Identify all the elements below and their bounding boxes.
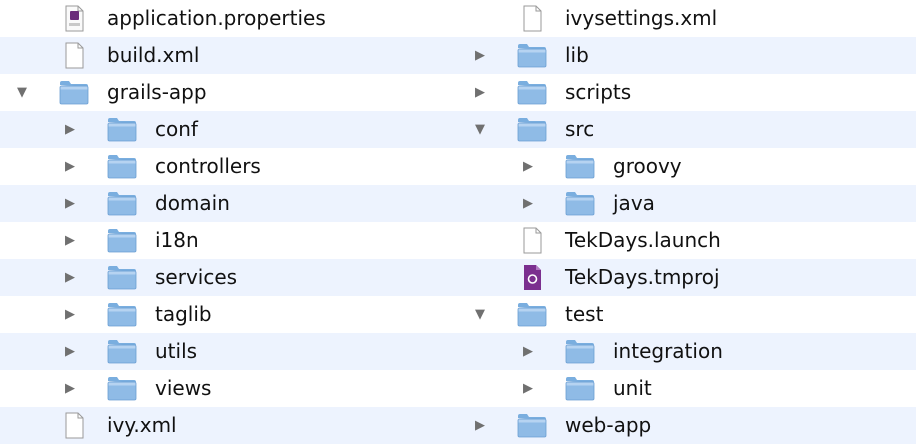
file-row[interactable]: ▶ java (458, 185, 916, 222)
file-name-label: application.properties (107, 6, 326, 30)
file-row[interactable]: ▶ scripts (458, 74, 916, 111)
file-row[interactable]: ▶ unit (458, 370, 916, 407)
file-name-label: scripts (565, 80, 632, 104)
disclosure-triangle-collapsed-icon[interactable]: ▶ (60, 111, 80, 148)
document-icon (59, 42, 89, 69)
disclosure-triangle-collapsed-icon[interactable]: ▶ (60, 259, 80, 296)
right-file-list: ivysettings.xml ▶ lib ▶ scripts ▼ src ▶ groovy ▶ j… (458, 0, 916, 444)
file-name-label: conf (155, 117, 198, 141)
file-row[interactable]: ▼ src (458, 111, 916, 148)
folder-icon (107, 375, 137, 402)
file-name-label: TekDays.tmproj (565, 265, 720, 289)
file-name-label: build.xml (107, 43, 200, 67)
file-name-label: integration (613, 339, 723, 363)
file-name-label: domain (155, 191, 230, 215)
file-name-label: taglib (155, 302, 212, 326)
folder-icon (565, 375, 595, 402)
disclosure-triangle-collapsed-icon[interactable]: ▶ (518, 185, 538, 222)
disclosure-triangle-expanded-icon[interactable]: ▼ (12, 74, 32, 111)
file-name-label: services (155, 265, 238, 289)
disclosure-triangle-expanded-icon[interactable]: ▼ (470, 111, 490, 148)
file-row[interactable]: ▶ conf (0, 111, 458, 148)
disclosure-triangle-collapsed-icon[interactable]: ▶ (470, 74, 490, 111)
file-row[interactable]: ivy.xml (0, 407, 458, 444)
file-row[interactable]: ▶ utils (0, 333, 458, 370)
folder-icon (107, 116, 137, 143)
file-name-label: TekDays.launch (565, 228, 721, 252)
folder-icon (517, 79, 547, 106)
document-icon (517, 227, 547, 254)
folder-icon (517, 412, 547, 439)
properties-file-icon (59, 5, 89, 32)
disclosure-triangle-collapsed-icon[interactable]: ▶ (470, 407, 490, 444)
file-row[interactable]: ▶ integration (458, 333, 916, 370)
file-name-label: controllers (155, 154, 261, 178)
disclosure-triangle-collapsed-icon[interactable]: ▶ (60, 296, 80, 333)
disclosure-triangle-expanded-icon[interactable]: ▼ (470, 296, 490, 333)
folder-icon (517, 301, 547, 328)
disclosure-triangle-collapsed-icon[interactable]: ▶ (60, 222, 80, 259)
left-file-list: application.properties build.xml ▼ grails-a… (0, 0, 458, 444)
folder-icon (517, 42, 547, 69)
folder-icon (565, 338, 595, 365)
file-row[interactable]: ▶ groovy (458, 148, 916, 185)
disclosure-triangle-collapsed-icon[interactable]: ▶ (518, 148, 538, 185)
file-name-label: lib (565, 43, 589, 67)
file-name-label: utils (155, 339, 198, 363)
folder-icon (107, 338, 137, 365)
disclosure-triangle-collapsed-icon[interactable]: ▶ (518, 370, 538, 407)
document-icon (59, 412, 89, 439)
file-row[interactable]: application.properties (0, 0, 458, 37)
file-row[interactable]: build.xml (0, 37, 458, 74)
file-row[interactable]: TekDays.tmproj (458, 259, 916, 296)
file-name-label: grails-app (107, 80, 207, 104)
folder-icon (517, 116, 547, 143)
file-row[interactable]: ▶ lib (458, 37, 916, 74)
disclosure-triangle-collapsed-icon[interactable]: ▶ (60, 370, 80, 407)
file-name-label: ivy.xml (107, 413, 177, 437)
file-name-label: unit (613, 376, 652, 400)
folder-icon (565, 153, 595, 180)
file-name-label: src (565, 117, 595, 141)
file-row[interactable]: TekDays.launch (458, 222, 916, 259)
disclosure-triangle-collapsed-icon[interactable]: ▶ (60, 148, 80, 185)
file-row[interactable]: ▼ test (458, 296, 916, 333)
file-name-label: views (155, 376, 212, 400)
folder-icon (59, 79, 89, 106)
folder-icon (107, 153, 137, 180)
folder-icon (107, 190, 137, 217)
file-name-label: i18n (155, 228, 199, 252)
disclosure-triangle-collapsed-icon[interactable]: ▶ (60, 333, 80, 370)
file-row[interactable]: ▶ services (0, 259, 458, 296)
file-name-label: ivysettings.xml (565, 6, 718, 30)
tmproj-file-icon (517, 264, 547, 291)
file-row[interactable]: ▶ i18n (0, 222, 458, 259)
file-row[interactable]: ▶ web-app (458, 407, 916, 444)
file-row[interactable]: ▶ controllers (0, 148, 458, 185)
file-name-label: web-app (565, 413, 652, 437)
file-row[interactable]: ▶ taglib (0, 296, 458, 333)
folder-icon (107, 227, 137, 254)
document-icon (517, 5, 547, 32)
folder-icon (107, 301, 137, 328)
disclosure-triangle-collapsed-icon[interactable]: ▶ (518, 333, 538, 370)
file-row[interactable]: ▼ grails-app (0, 74, 458, 111)
file-name-label: test (565, 302, 604, 326)
folder-icon (107, 264, 137, 291)
file-row[interactable]: ivysettings.xml (458, 0, 916, 37)
file-name-label: groovy (613, 154, 682, 178)
file-row[interactable]: ▶ views (0, 370, 458, 407)
disclosure-triangle-collapsed-icon[interactable]: ▶ (60, 185, 80, 222)
folder-icon (565, 190, 595, 217)
disclosure-triangle-collapsed-icon[interactable]: ▶ (470, 37, 490, 74)
file-row[interactable]: ▶ domain (0, 185, 458, 222)
file-name-label: java (613, 191, 655, 215)
